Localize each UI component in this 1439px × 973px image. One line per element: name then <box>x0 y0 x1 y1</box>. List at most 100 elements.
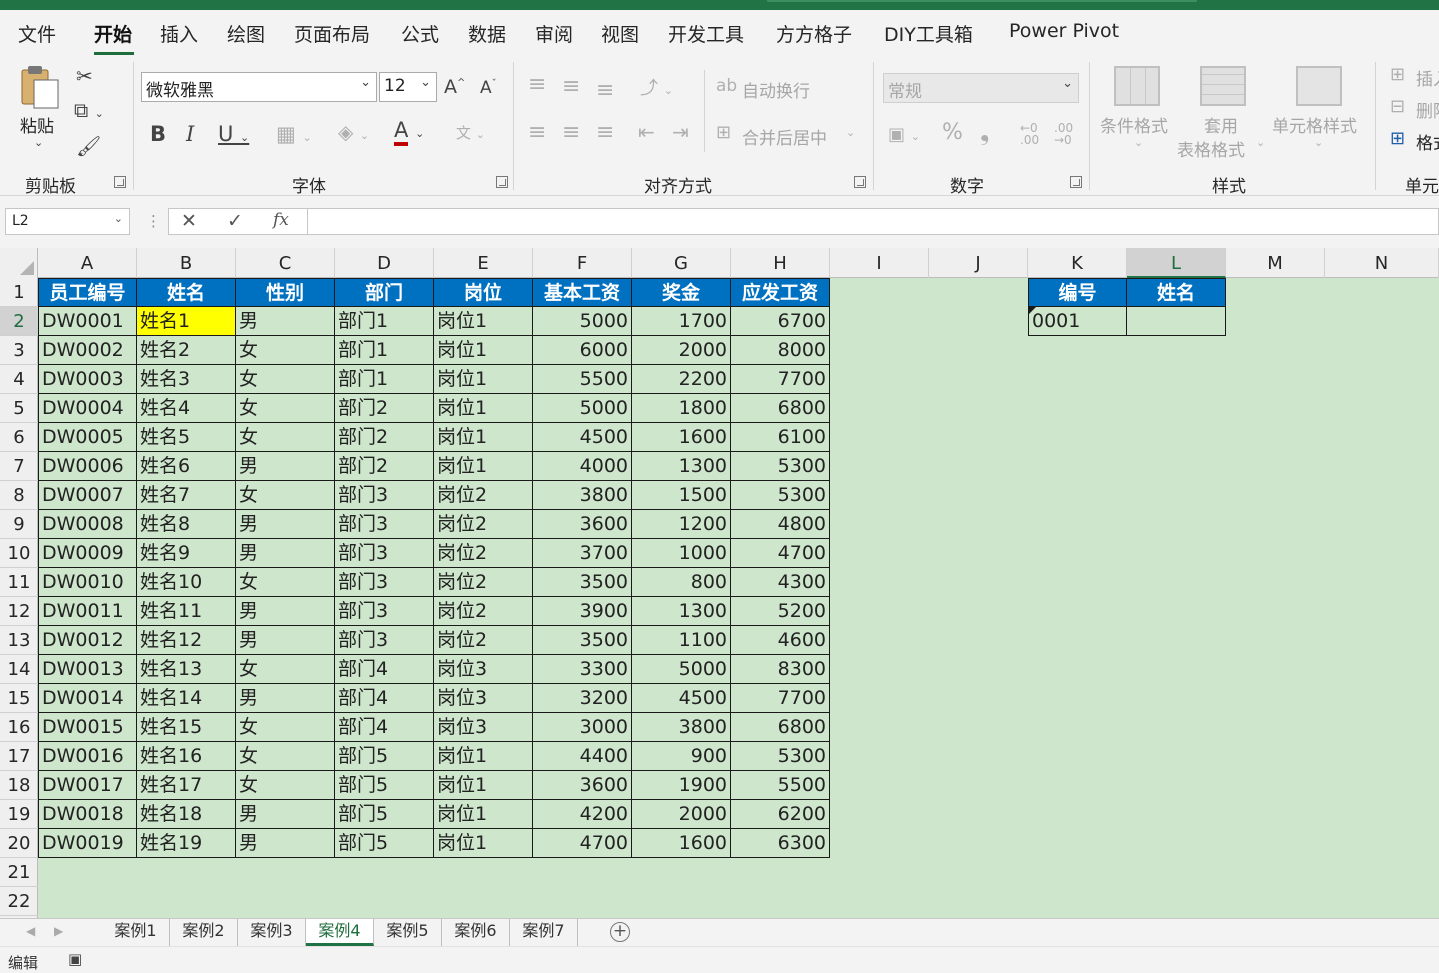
table-cell[interactable]: 男 <box>236 597 335 626</box>
table-cell[interactable]: 1900 <box>632 771 731 800</box>
chevron-down-icon[interactable]: ⌄ <box>846 126 855 139</box>
table-cell[interactable]: 部门5 <box>335 742 434 771</box>
clipboard-launcher-icon[interactable] <box>114 176 126 188</box>
table-header-cell[interactable]: 部门 <box>335 278 434 307</box>
column-header[interactable]: F <box>533 248 632 278</box>
table-cell[interactable]: 3800 <box>533 481 632 510</box>
table-cell[interactable]: 7700 <box>731 684 830 713</box>
font-size-select[interactable]: 12 ⌄ <box>379 72 437 102</box>
table-cell[interactable]: 姓名5 <box>137 423 236 452</box>
table-cell[interactable]: 4000 <box>533 452 632 481</box>
table-cell[interactable]: 4500 <box>533 423 632 452</box>
column-header[interactable]: G <box>632 248 731 278</box>
table-cell[interactable]: 3500 <box>533 626 632 655</box>
table-cell[interactable]: 6700 <box>731 307 830 336</box>
table-cell[interactable]: 4600 <box>731 626 830 655</box>
table-cell[interactable]: DW0013 <box>38 655 137 684</box>
scroll-right-icon[interactable]: ▶ <box>54 924 63 938</box>
decrease-font-icon[interactable]: Aˇ <box>480 78 497 98</box>
table-cell[interactable]: 岗位3 <box>434 713 533 742</box>
table-cell[interactable]: 姓名18 <box>137 800 236 829</box>
table-cell[interactable]: 岗位1 <box>434 365 533 394</box>
alignment-launcher-icon[interactable] <box>854 176 866 188</box>
table-cell[interactable]: DW0019 <box>38 829 137 858</box>
table-cell[interactable]: 姓名13 <box>137 655 236 684</box>
font-color-icon[interactable]: A ⌄ <box>394 118 424 146</box>
chevron-down-icon[interactable]: ⌄ <box>34 136 43 149</box>
table-cell[interactable]: 5500 <box>731 771 830 800</box>
table-cell[interactable]: 女 <box>236 481 335 510</box>
table-cell[interactable]: 姓名7 <box>137 481 236 510</box>
table-cell[interactable]: 3700 <box>533 539 632 568</box>
table-cell[interactable]: 6300 <box>731 829 830 858</box>
table-cell[interactable]: 姓名8 <box>137 510 236 539</box>
row-header[interactable]: 1 <box>0 278 38 307</box>
table-cell[interactable]: 女 <box>236 568 335 597</box>
accessibility-icon[interactable]: ▣ <box>68 950 82 968</box>
table-cell[interactable]: 1600 <box>632 423 731 452</box>
add-sheet-button[interactable]: + <box>610 922 630 942</box>
insert-cells-button[interactable]: 插入 <box>1416 65 1439 90</box>
scroll-left-icon[interactable]: ◀ <box>26 924 35 938</box>
column-header[interactable]: L <box>1127 248 1226 278</box>
column-header[interactable]: C <box>236 248 335 278</box>
table-cell[interactable]: 4300 <box>731 568 830 597</box>
table-cell[interactable]: 6200 <box>731 800 830 829</box>
table-cell[interactable]: DW0015 <box>38 713 137 742</box>
table-cell[interactable]: 岗位1 <box>434 742 533 771</box>
table-cell[interactable]: DW0006 <box>38 452 137 481</box>
column-header[interactable]: E <box>434 248 533 278</box>
table-cell[interactable]: 4200 <box>533 800 632 829</box>
accounting-format-icon[interactable]: ▣ ⌄ <box>888 124 920 145</box>
table-cell[interactable]: 部门3 <box>335 626 434 655</box>
table-cell[interactable]: DW0010 <box>38 568 137 597</box>
table-header-cell[interactable]: 奖金 <box>632 278 731 307</box>
table-header-cell[interactable]: 应发工资 <box>731 278 830 307</box>
table-header-cell[interactable]: 性别 <box>236 278 335 307</box>
format-painter-icon[interactable]: 🖌 <box>76 134 101 158</box>
table-cell[interactable]: 部门3 <box>335 597 434 626</box>
table-cell[interactable]: 岗位1 <box>434 394 533 423</box>
table-cell[interactable]: DW0003 <box>38 365 137 394</box>
insert-cells-icon[interactable]: ⊞ <box>1390 64 1405 85</box>
table-cell[interactable]: DW0017 <box>38 771 137 800</box>
table-cell[interactable]: DW0007 <box>38 481 137 510</box>
menu-tab[interactable]: 文件 <box>18 20 56 47</box>
table-cell[interactable]: 4700 <box>731 539 830 568</box>
table-cell[interactable]: 部门3 <box>335 510 434 539</box>
table-cell[interactable]: 部门3 <box>335 568 434 597</box>
table-cell[interactable]: 3600 <box>533 771 632 800</box>
table-cell[interactable]: 1500 <box>632 481 731 510</box>
column-header[interactable]: B <box>137 248 236 278</box>
table-cell[interactable]: 岗位1 <box>434 452 533 481</box>
merge-center-button[interactable]: 合并后居中 <box>742 124 827 149</box>
table-cell[interactable]: 部门4 <box>335 684 434 713</box>
menu-tab[interactable]: DIY工具箱 <box>884 20 973 47</box>
table-cell[interactable]: 部门5 <box>335 829 434 858</box>
table-cell[interactable]: 姓名15 <box>137 713 236 742</box>
formula-input[interactable] <box>308 208 1439 235</box>
table-cell[interactable]: 男 <box>236 626 335 655</box>
row-header[interactable]: 8 <box>0 481 38 510</box>
table-cell[interactable]: 岗位2 <box>434 626 533 655</box>
table-cell[interactable]: 男 <box>236 684 335 713</box>
table-cell[interactable]: 3900 <box>533 597 632 626</box>
table-cell[interactable]: 男 <box>236 800 335 829</box>
chevron-down-icon[interactable]: ⌄ <box>1314 136 1323 149</box>
table-cell[interactable]: 900 <box>632 742 731 771</box>
table-cell[interactable]: DW0001 <box>38 307 137 336</box>
column-header[interactable]: A <box>38 248 137 278</box>
table-cell[interactable]: DW0005 <box>38 423 137 452</box>
table-cell[interactable]: 男 <box>236 452 335 481</box>
more-options-icon[interactable]: ⋮ <box>146 212 161 230</box>
chevron-down-icon[interactable]: ⌄ <box>1134 136 1143 149</box>
table-cell[interactable]: 5000 <box>632 655 731 684</box>
table-cell[interactable]: 部门1 <box>335 336 434 365</box>
table-cell[interactable]: 女 <box>236 771 335 800</box>
row-header[interactable]: 2 <box>0 307 38 336</box>
table-cell[interactable]: 岗位2 <box>434 481 533 510</box>
delete-cells-button[interactable]: 删除 <box>1416 97 1439 122</box>
table-cell[interactable]: 6800 <box>731 394 830 423</box>
table-cell[interactable]: 女 <box>236 423 335 452</box>
worksheet-grid[interactable]: ABCDEFGHIJKLMN 1 2 3 4 5 6 7 8 9 10 11 12 13 14 15 16 17… <box>0 248 1439 918</box>
